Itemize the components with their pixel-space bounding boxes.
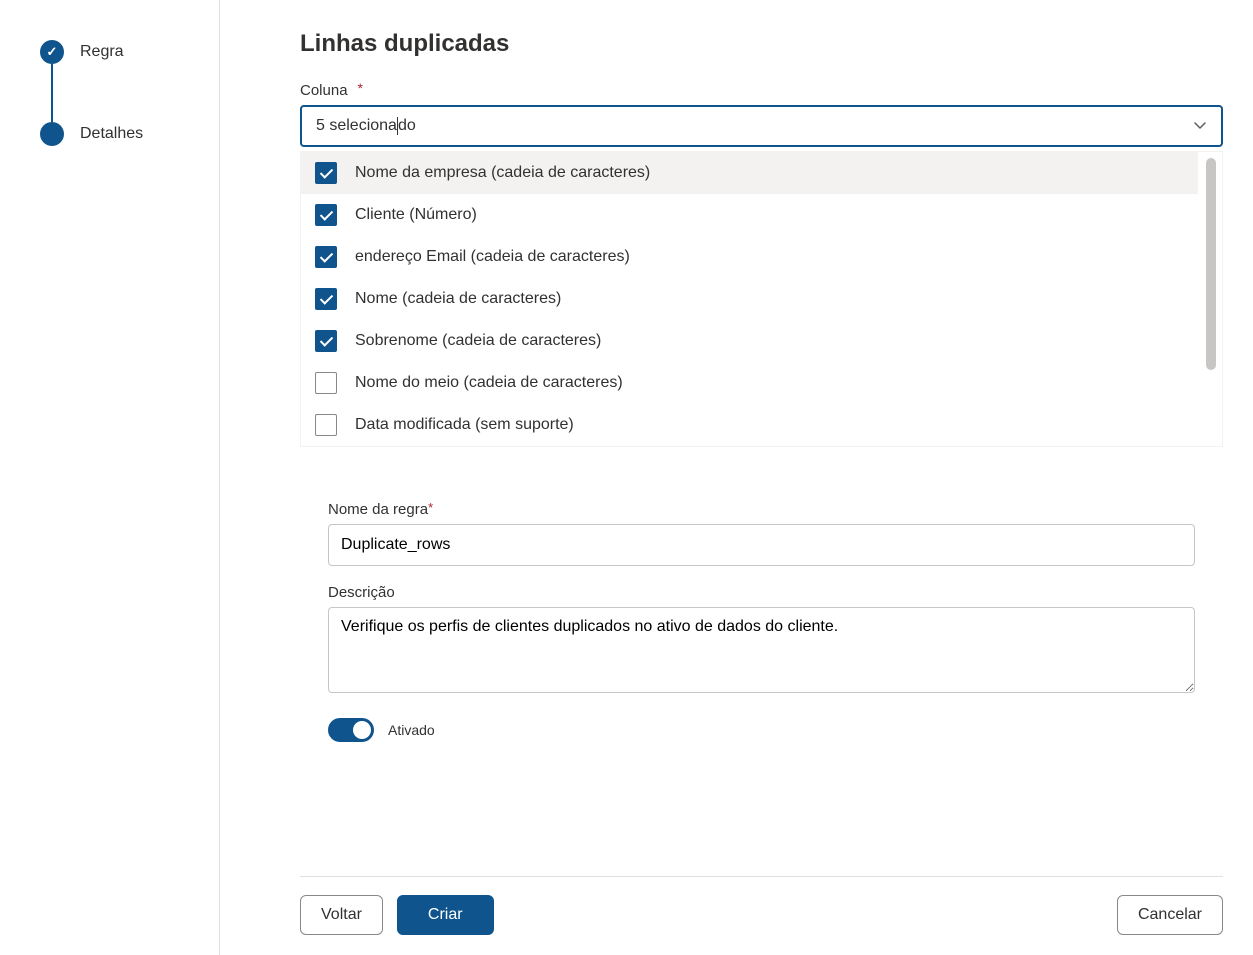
option-nome-do-meio[interactable]: Nome do meio (cadeia de caracteres) [301,362,1198,404]
option-label: Nome do meio (cadeia de caracteres) [355,374,623,392]
step-label: Detalhes [80,125,143,143]
dropdown-scrollbar[interactable] [1206,158,1216,440]
chevron-down-icon [1193,119,1207,133]
option-label: endereço Email (cadeia de caracteres) [355,248,630,266]
checkmark-circle-icon: ✓ [40,40,64,64]
column-select-value: 5 selecionado [316,117,416,135]
scrollbar-thumb[interactable] [1206,158,1216,370]
description-textarea[interactable] [328,607,1195,693]
checkbox-icon[interactable] [315,162,337,184]
option-data-modificada[interactable]: Data modificada (sem suporte) [301,404,1198,446]
required-asterisk-icon: * [428,500,433,515]
option-sobrenome[interactable]: Sobrenome (cadeia de caracteres) [301,320,1198,362]
option-nome[interactable]: Nome (cadeia de caracteres) [301,278,1198,320]
required-asterisk-icon: * [358,80,363,96]
step-detalhes[interactable]: Detalhes [40,122,199,146]
step-connector [51,64,53,122]
cancel-button[interactable]: Cancelar [1117,895,1223,935]
toggle-knob-icon [353,721,371,739]
page-title: Linhas duplicadas [300,30,1223,58]
option-nome-da-empresa[interactable]: Nome da empresa (cadeia de caracteres) [301,152,1198,194]
option-label: Sobrenome (cadeia de caracteres) [355,332,601,350]
create-button[interactable]: Criar [397,895,494,935]
circle-icon [40,122,64,146]
footer: Voltar Criar Cancelar [300,876,1223,935]
checkbox-icon[interactable] [315,246,337,268]
rule-name-input[interactable] [328,524,1195,566]
column-label: Coluna* [300,82,1223,99]
step-regra[interactable]: ✓ Regra [40,40,199,64]
toggle-label: Ativado [388,722,435,738]
checkbox-icon[interactable] [315,414,337,436]
checkbox-icon[interactable] [315,330,337,352]
option-cliente[interactable]: Cliente (Número) [301,194,1198,236]
checkbox-icon[interactable] [315,288,337,310]
main-panel: Linhas duplicadas Coluna* 5 selecionado … [220,0,1253,955]
checkbox-icon[interactable] [315,372,337,394]
option-label: Cliente (Número) [355,206,477,224]
option-label: Nome da empresa (cadeia de caracteres) [355,164,650,182]
description-label: Descrição [328,584,1195,601]
wizard-sidebar: ✓ Regra Detalhes [0,0,220,955]
option-endereco-email[interactable]: endereço Email (cadeia de caracteres) [301,236,1198,278]
enabled-toggle[interactable] [328,718,374,742]
step-label: Regra [80,43,124,61]
checkbox-icon[interactable] [315,204,337,226]
column-select[interactable]: 5 selecionado [300,105,1223,147]
column-dropdown-panel: Nome da empresa (cadeia de caracteres) C… [300,151,1223,447]
rule-name-label: Nome da regra* [328,501,1195,518]
option-label: Data modificada (sem suporte) [355,416,574,434]
option-label: Nome (cadeia de caracteres) [355,290,561,308]
back-button[interactable]: Voltar [300,895,383,935]
